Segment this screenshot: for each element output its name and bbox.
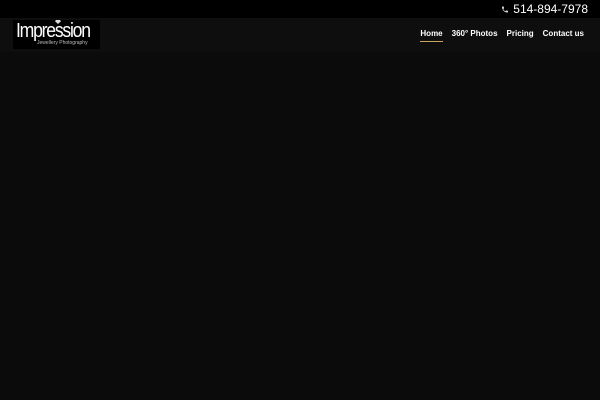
phone-link[interactable]: 514-894-7978 (501, 2, 588, 16)
nav-item-home[interactable]: Home (420, 28, 443, 42)
phone-number: 514-894-7978 (513, 2, 588, 16)
diamond-icon (55, 20, 61, 24)
nav-item-360-photos[interactable]: 360° Photos (452, 28, 498, 41)
logo-tagline: Jewellery Photography (37, 40, 88, 46)
nav-item-contact-us[interactable]: Contact us (543, 28, 584, 41)
page: 514-894-7978 Impression Jewellery Photog… (0, 0, 600, 400)
hero-area (0, 52, 600, 400)
top-bar: 514-894-7978 (0, 0, 600, 18)
site-logo[interactable]: Impression Jewellery Photography (13, 20, 100, 49)
logo-title: Impression (16, 20, 91, 42)
nav-item-pricing[interactable]: Pricing (507, 28, 534, 41)
header: Impression Jewellery Photography Home 36… (0, 18, 600, 52)
main-nav: Home 360° Photos Pricing Contact us (420, 28, 584, 42)
phone-icon (501, 5, 509, 14)
